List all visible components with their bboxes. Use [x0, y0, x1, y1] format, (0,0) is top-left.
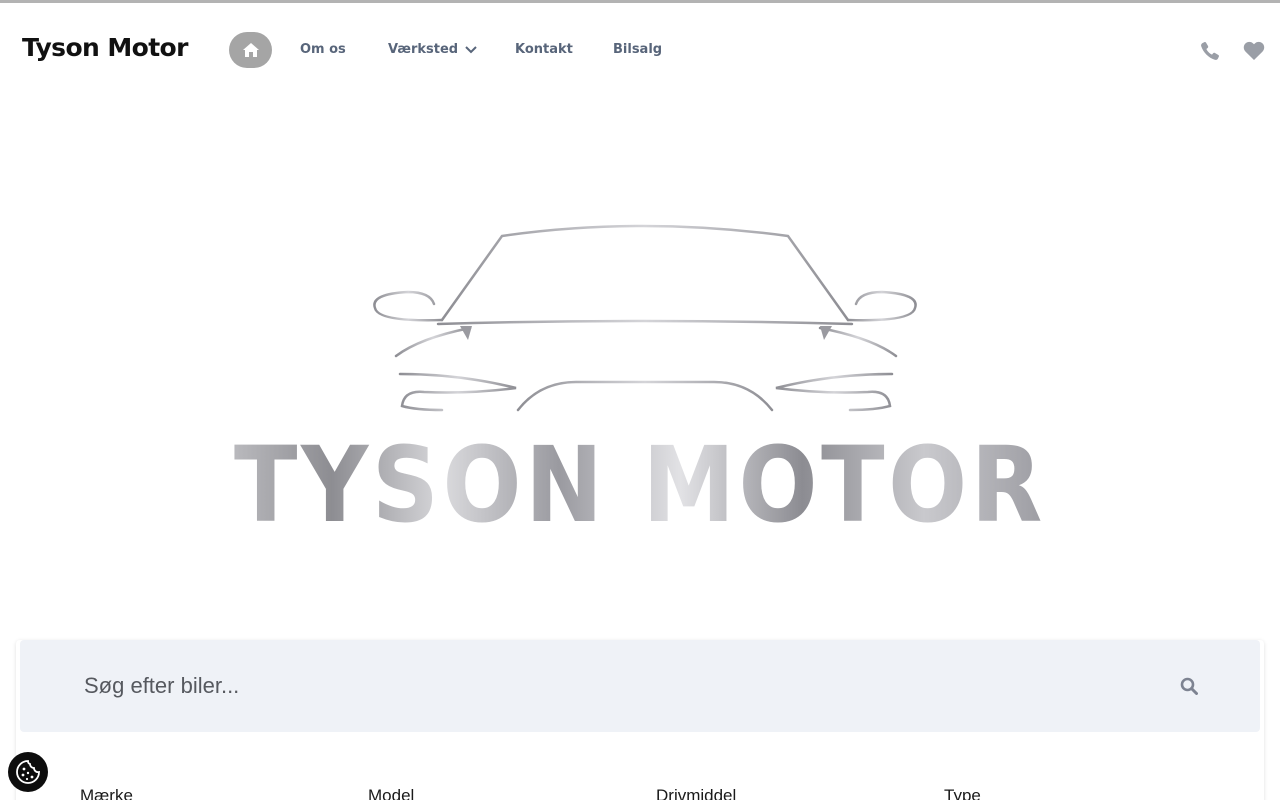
- cookie-settings-button[interactable]: [8, 752, 48, 792]
- nav-kontakt[interactable]: Kontakt: [515, 42, 573, 57]
- search-bar: [20, 640, 1260, 732]
- nav-om-os-label: Om os: [300, 42, 346, 57]
- nav-vaerksted[interactable]: Værksted: [388, 42, 477, 57]
- site-header: Tyson Motor Om os Værksted Kontakt Bilsa…: [0, 3, 1280, 95]
- nav-vaerksted-label: Værksted: [388, 42, 459, 57]
- cookie-icon: [15, 759, 41, 785]
- home-icon: [242, 43, 259, 57]
- nav-bilsalg[interactable]: Bilsalg: [613, 42, 662, 57]
- site-logo[interactable]: Tyson Motor: [22, 33, 188, 62]
- chevron-down-icon: [465, 45, 477, 54]
- filter-maerke[interactable]: Mærke: [80, 786, 133, 800]
- search-input[interactable]: [84, 668, 1164, 704]
- filter-type[interactable]: Type: [944, 786, 981, 800]
- search-icon[interactable]: [1178, 675, 1200, 697]
- heart-icon[interactable]: [1243, 40, 1265, 62]
- hero-logo: TYSON MOTOR: [220, 210, 1060, 546]
- car-outline-icon: [373, 224, 917, 412]
- phone-icon[interactable]: [1199, 40, 1221, 62]
- filter-drivmiddel[interactable]: Drivmiddel: [656, 786, 736, 800]
- home-button[interactable]: [229, 32, 272, 68]
- nav-kontakt-label: Kontakt: [515, 42, 573, 57]
- nav-bilsalg-label: Bilsalg: [613, 42, 663, 57]
- nav-om-os[interactable]: Om os: [300, 42, 346, 57]
- hero-brand-text: TYSON MOTOR: [234, 424, 1046, 540]
- filter-model[interactable]: Model: [368, 786, 414, 800]
